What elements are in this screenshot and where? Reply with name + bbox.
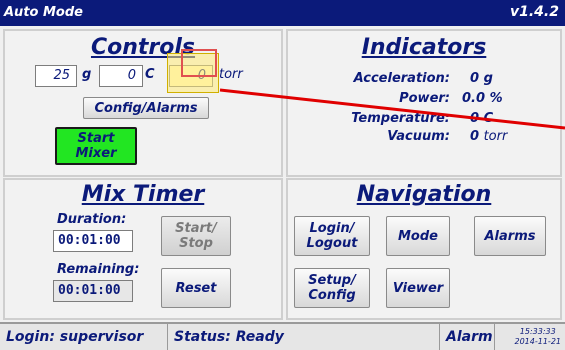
mix-timer-title: Mix Timer: [81, 182, 205, 207]
acceleration-setpoint-field[interactable]: 25: [35, 65, 77, 87]
clock-date: 2014-11-21: [514, 337, 562, 346]
vacuum-value: 0 torr: [470, 129, 507, 144]
controls-panel: Controls 25 g 0 C 0 torr Config/Alarms S…: [3, 29, 283, 177]
mode-title: Auto Mode: [4, 5, 83, 20]
indicators-panel: Indicators Acceleration: 0 g Power: 0.0 …: [286, 29, 562, 177]
temperature-reading: 0: [470, 111, 480, 126]
acceleration-reading-unit: g: [483, 71, 493, 86]
navigation-title: Navigation: [356, 182, 492, 207]
vacuum-unit: torr: [219, 67, 243, 82]
power-reading: 0.0: [462, 91, 486, 106]
acceleration-reading: 0: [470, 71, 480, 86]
temperature-reading-unit: C: [483, 111, 494, 126]
start-stop-button[interactable]: Start/ Stop: [161, 216, 231, 256]
duration-label: Duration:: [57, 212, 127, 227]
acceleration-label: Acceleration:: [353, 71, 450, 86]
temperature-setpoint-field[interactable]: 0: [99, 65, 143, 87]
clock-time: 15:33:33: [519, 327, 556, 336]
navigation-panel: Navigation Login/ Logout Mode Alarms Set…: [286, 178, 562, 320]
login-logout-button[interactable]: Login/ Logout: [294, 216, 370, 256]
power-label: Power:: [399, 91, 450, 106]
alarms-button[interactable]: Alarms: [474, 216, 546, 256]
title-bar: Auto Mode v1.4.2: [0, 0, 565, 26]
indicators-title: Indicators: [361, 35, 487, 60]
temperature-value: 0 C: [470, 111, 493, 126]
setup-config-button[interactable]: Setup/ Config: [294, 268, 370, 308]
reset-button[interactable]: Reset: [161, 268, 231, 308]
vacuum-reading: 0: [470, 129, 480, 144]
hmi-screen: Controls 25 g 0 C 0 torr Config/Alarms S…: [0, 26, 565, 322]
remaining-field: 00:01:00: [53, 280, 133, 302]
vacuum-label: Vacuum:: [387, 129, 450, 144]
vacuum-reading-unit: torr: [483, 129, 508, 144]
version-label: v1.4.2: [510, 4, 559, 20]
clock: 15:33:33 2014-11-21: [515, 327, 562, 347]
duration-field[interactable]: 00:01:00: [53, 230, 133, 252]
acceleration-unit: g: [82, 67, 92, 82]
login-status: Login: supervisor: [0, 324, 168, 350]
system-status: Status: Ready: [168, 324, 440, 350]
mode-button[interactable]: Mode: [386, 216, 450, 256]
temperature-label: Temperature:: [351, 111, 450, 126]
mix-timer-panel: Mix Timer Duration: 00:01:00 Start/ Stop…: [3, 178, 283, 320]
temperature-unit: C: [145, 67, 155, 82]
acceleration-value: 0 g: [470, 71, 493, 86]
start-mixer-button[interactable]: Start Mixer: [55, 127, 137, 165]
controls-title: Controls: [90, 35, 196, 60]
highlight-frame: [181, 49, 217, 77]
status-bar: Login: supervisor Status: Ready Alarm 15…: [0, 322, 565, 350]
config-alarms-button[interactable]: Config/Alarms: [83, 97, 209, 119]
alarm-indicator[interactable]: Alarm: [440, 324, 495, 350]
power-value: 0.0 %: [462, 91, 503, 106]
power-reading-unit: %: [489, 91, 503, 106]
viewer-button[interactable]: Viewer: [386, 268, 450, 308]
remaining-label: Remaining:: [57, 262, 140, 277]
